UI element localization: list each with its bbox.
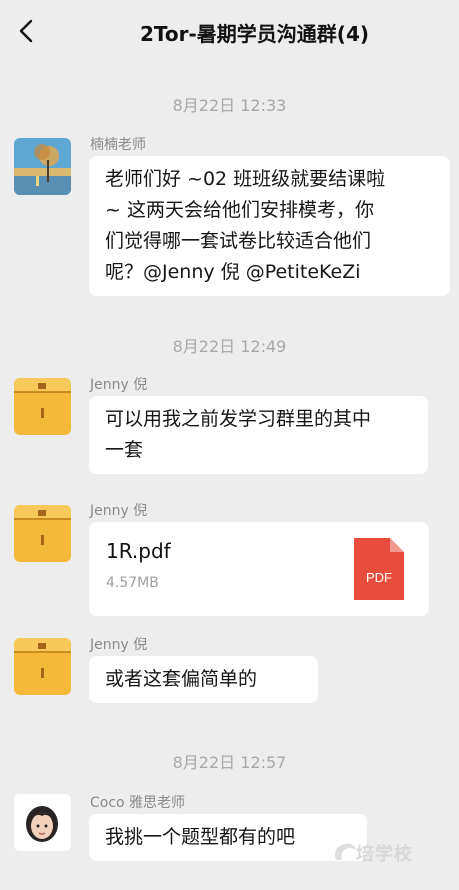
message-line: 老师们好 ~02 班班级就要结课啦 [105,168,386,190]
sender-name: Jenny 倪 [90,503,148,519]
timestamp: 8月22日 12:49 [172,337,287,356]
avatar-box[interactable] [14,638,71,695]
message-line: 呢？@Jenny 倪 @PetiteKeZi [105,261,361,283]
avatar-box[interactable] [14,378,71,435]
timestamp: 8月22日 12:57 [172,753,287,772]
message-line: 可以用我之前发学习群里的其中 [105,408,372,430]
message-line: 我挑一个题型都有的吧 [105,826,296,848]
sender-name: Jenny 倪 [90,377,148,393]
memoji-avatar-icon [14,794,71,851]
file-name: 1R.pdf [106,539,171,563]
timestamp: 8月22日 12:33 [172,96,287,115]
message-line: 们觉得哪一套试卷比较适合他们 [105,230,372,252]
chat-title: 2Tor-暑期学员沟通群(4) [140,22,370,46]
message-bubble[interactable]: 或者这套偏简单的 [89,656,318,703]
chevron-left-icon[interactable] [12,16,42,46]
watermark: 培学校 [356,844,413,865]
sender-name: Jenny 倪 [90,637,148,653]
avatar-box[interactable] [14,505,71,562]
message-line: 一套 [105,439,144,461]
landscape-avatar-icon [14,138,71,195]
file-message[interactable]: 1R.pdf 4.57MB PDF [89,522,429,616]
avatar-landscape[interactable] [14,138,71,195]
message-bubble[interactable]: 我挑一个题型都有的吧 [89,814,367,861]
pdf-icon-label: PDF [366,570,392,585]
message-line: 或者这套偏简单的 [105,668,258,690]
sender-name: 楠楠老师 [90,137,146,153]
file-size: 4.57MB [106,575,159,591]
message-bubble[interactable]: 老师们好 ~02 班班级就要结课啦 ~ 这两天会给他们安排模考，你 们觉得哪一套… [89,156,450,296]
message-line: ~ 这两天会给他们安排模考，你 [105,199,374,221]
pdf-icon: PDF [354,538,404,600]
message-bubble[interactable]: 可以用我之前发学习群里的其中 一套 [89,396,428,474]
sender-name: Coco 雅思老师 [90,795,186,811]
box-avatar-icon [14,378,71,435]
box-avatar-icon [14,638,71,695]
box-avatar-icon [14,505,71,562]
avatar-memoji[interactable] [14,794,71,851]
chat-header: 2Tor-暑期学员沟通群(4) [0,0,459,60]
